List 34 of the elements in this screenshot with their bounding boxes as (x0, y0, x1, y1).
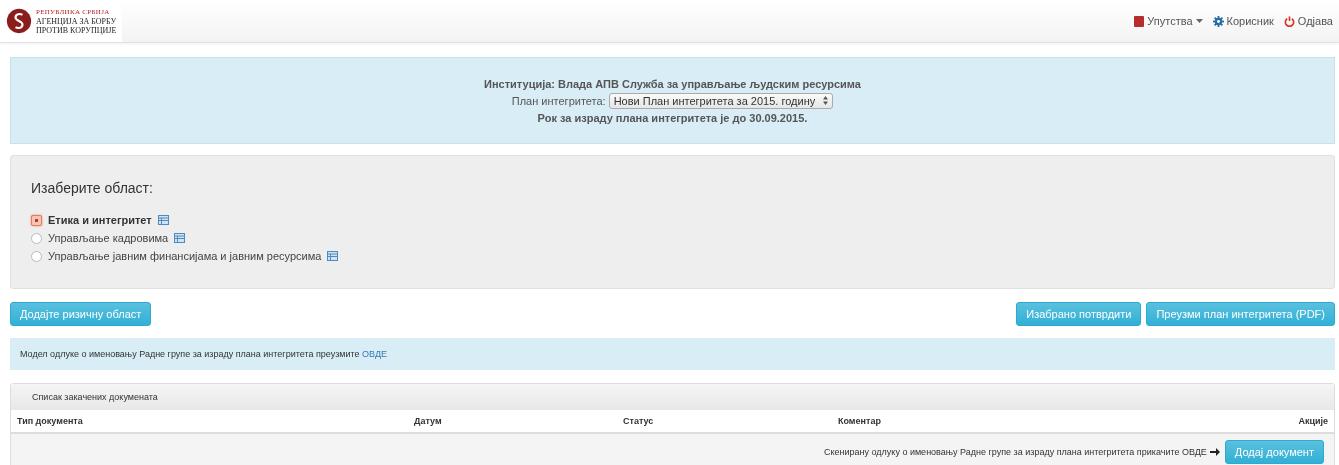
area-label[interactable]: Етика и интегритет (48, 214, 152, 226)
plan-select[interactable]: Нови План интегритета за 2015. годину (608, 92, 834, 109)
plan-label: План интегритета: (511, 94, 606, 107)
nav-link[interactable]: Упутства (1134, 15, 1203, 27)
radio-button[interactable] (31, 214, 42, 226)
power-icon (1283, 15, 1295, 27)
column-header: Тип документа (17, 416, 84, 426)
table-icon[interactable] (157, 215, 169, 225)
column-header: Коментар (838, 416, 882, 426)
area-label[interactable]: Управљање кадровима (48, 232, 169, 244)
nav-link[interactable]: Корисник (1212, 15, 1274, 27)
download-link[interactable]: ОВДЕ (362, 349, 387, 359)
arrow-icon (1209, 448, 1220, 456)
deadline-text: Рок за израду плана интегритета је до 30.09.2015. (537, 111, 808, 124)
upload-hint: Скенирану одлуку о именовању Радне групе за израду плана интегритета прикачите ОВДЕ (824, 447, 1207, 457)
seal-icon (6, 8, 32, 34)
area-label[interactable]: Управљање јавним финансијама и јавним ресурсима (48, 250, 322, 262)
table-icon[interactable] (327, 251, 339, 261)
column-header: Статус (623, 416, 655, 426)
book-icon (1134, 15, 1145, 27)
notice-text: Модел одлуке о именовању Радне групе за израду плана интегритета преузмите ОВДЕ (10, 338, 1335, 370)
radio-button[interactable] (31, 250, 42, 262)
settings-icon (1212, 15, 1224, 27)
panel-title: Списак закачених докумената (32, 392, 158, 402)
radio-button[interactable] (31, 232, 42, 244)
column-header: Акције (1298, 416, 1328, 426)
column-header: Датум (414, 416, 443, 426)
table-icon[interactable] (174, 233, 186, 243)
nav-link[interactable]: Одјава (1283, 15, 1333, 27)
area-title: Изаберите област: (31, 180, 154, 196)
logo-text: АГЕНЦИЈА ЗА БОРБУ (36, 16, 117, 26)
institution-text: Институција: Влада АПВ Служба за управљање људским ресурсима (484, 77, 861, 90)
updown-icon (823, 96, 829, 105)
logo-text: ПРОТИВ КОРУПЦИЈЕ (36, 25, 117, 35)
